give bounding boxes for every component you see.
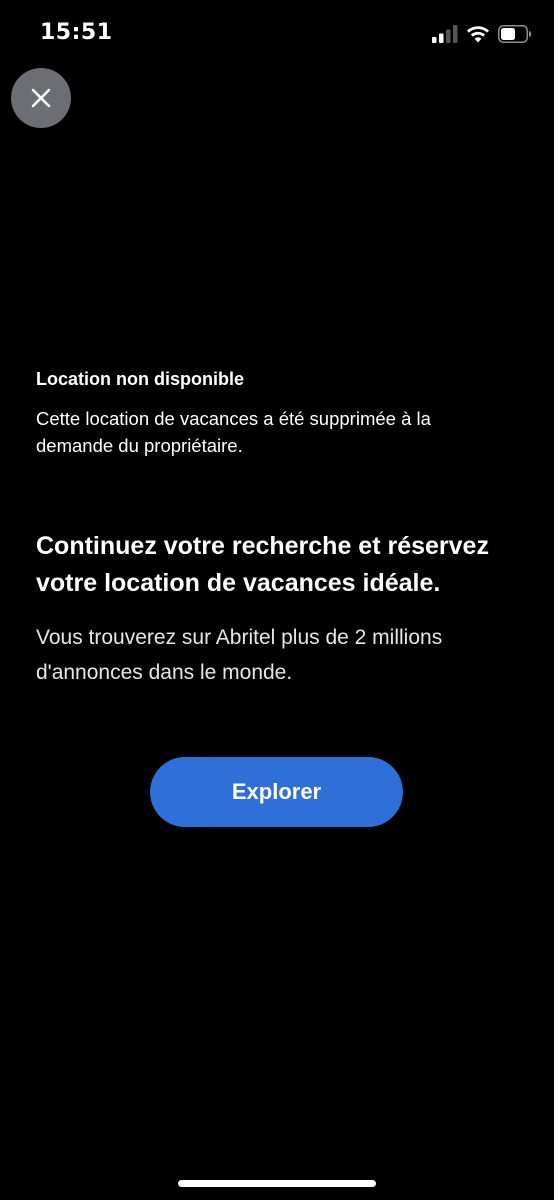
promo-subtext: Vous trouverez sur Abritel plus de 2 mil… xyxy=(36,626,443,684)
close-icon xyxy=(31,88,51,108)
close-button[interactable] xyxy=(11,68,71,128)
status-bar: 15:51 xyxy=(0,0,554,70)
explore-button-label: Explorer xyxy=(231,779,322,804)
notice-title: Location non disponible xyxy=(36,369,244,389)
cellular-signal-icon xyxy=(432,25,458,43)
status-icons xyxy=(432,22,532,46)
promo-headline: Continuez votre recherche et réservez vo… xyxy=(36,532,489,597)
home-indicator[interactable] xyxy=(178,1180,376,1187)
notice-body: Cette location de vacances a été supprim… xyxy=(36,408,431,456)
battery-icon xyxy=(498,25,532,43)
wifi-icon xyxy=(467,26,489,43)
explore-button[interactable]: Explorer xyxy=(150,757,403,827)
status-time: 15:51 xyxy=(40,20,113,45)
